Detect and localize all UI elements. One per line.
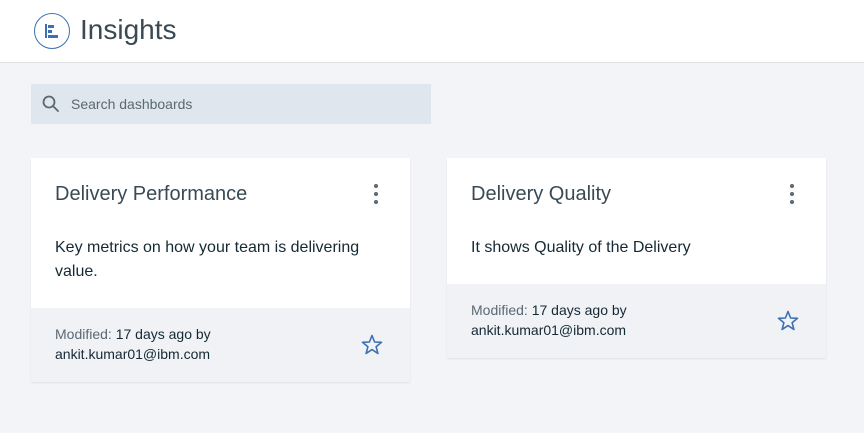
modified-time: 17 days ago by: [115, 326, 211, 342]
modified-label: Modified:: [471, 302, 528, 318]
search-bar[interactable]: [31, 84, 431, 124]
page-title: Insights: [80, 14, 177, 45]
card-footer: Modified: 17 days ago by ankit.kumar01@i…: [31, 308, 410, 382]
dashboard-card[interactable]: Delivery Performance Key metrics on how …: [31, 158, 410, 382]
card-description: Key metrics on how your team is deliveri…: [55, 239, 360, 280]
card-description: It shows Quality of the Delivery: [471, 239, 691, 256]
modified-time: 17 days ago by: [531, 302, 627, 318]
star-icon[interactable]: [776, 309, 800, 333]
modified-by: ankit.kumar01@ibm.com: [471, 322, 627, 338]
app-header: Insights: [0, 0, 864, 63]
star-icon[interactable]: [360, 333, 384, 357]
modified-info: Modified: 17 days ago by ankit.kumar01@i…: [55, 324, 295, 364]
dashboard-icon[interactable]: [34, 13, 70, 49]
dashboard-card[interactable]: Delivery Quality It shows Quality of the…: [447, 158, 826, 358]
overflow-menu-icon[interactable]: [784, 182, 800, 206]
modified-info: Modified: 17 days ago by ankit.kumar01@i…: [471, 300, 711, 340]
search-icon: [42, 95, 59, 112]
card-body: Delivery Quality It shows Quality of the…: [447, 158, 826, 284]
overflow-menu-icon[interactable]: [368, 182, 384, 206]
modified-label: Modified:: [55, 326, 112, 342]
card-body: Delivery Performance Key metrics on how …: [31, 158, 410, 308]
card-title[interactable]: Delivery Performance: [55, 182, 247, 206]
card-footer: Modified: 17 days ago by ankit.kumar01@i…: [447, 284, 826, 358]
search-input[interactable]: [71, 84, 421, 124]
card-title[interactable]: Delivery Quality: [471, 182, 611, 206]
modified-by: ankit.kumar01@ibm.com: [55, 346, 211, 362]
